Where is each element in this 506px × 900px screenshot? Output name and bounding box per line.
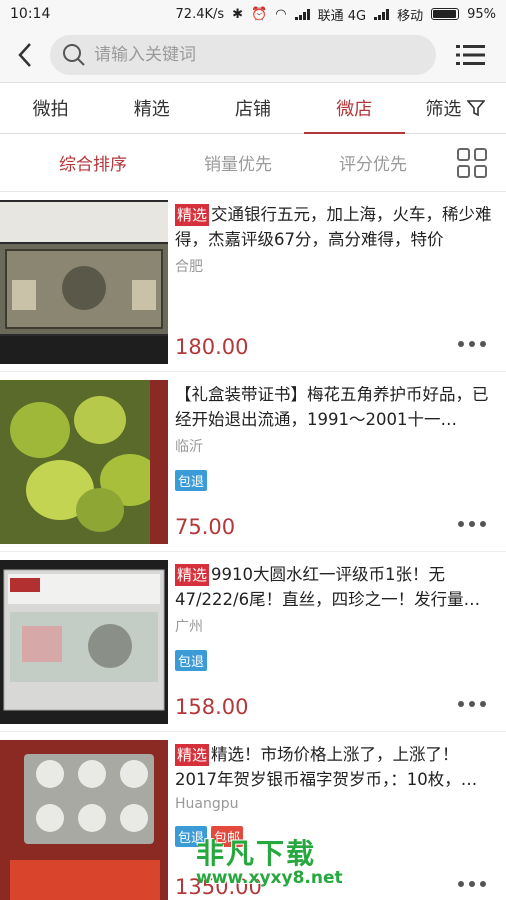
wifi-icon: ◠ <box>275 6 287 22</box>
return-badge: 包退 <box>175 826 208 847</box>
product-image <box>0 200 168 364</box>
filter-icon <box>467 100 486 117</box>
search-header <box>0 28 506 82</box>
product-image <box>0 560 168 724</box>
more-options-icon[interactable] <box>458 701 486 707</box>
return-badge: 包退 <box>175 650 208 671</box>
product-price: 1350.00 <box>175 875 262 899</box>
chevron-left-icon <box>18 43 31 67</box>
alarm-icon: ⏰ <box>251 6 268 22</box>
list-item[interactable]: 精选 精选！市场价格上涨了，上涨了！2017年贺岁银币福字贺岁币，：10枚，… H… <box>0 732 506 900</box>
product-title: 9910大圆水红一评级币1张！无47/222/6尾！直丝，四珍之一！发行量… <box>175 565 481 609</box>
tab-dianpu[interactable]: 店铺 <box>202 83 303 133</box>
menu-button[interactable] <box>436 28 506 82</box>
more-options-icon[interactable] <box>458 341 486 347</box>
list-item[interactable]: 精选 交通银行五元，加上海，火车，稀少难得，杰嘉评级67分，高分难得，特价 合肥 … <box>0 192 506 372</box>
status-bar: 10:14 72.4K/s ✱ ⏰ ◠ 联通 4G 移动 95% <box>0 0 506 28</box>
search-input[interactable] <box>94 45 414 65</box>
tab-weidian[interactable]: 微店 <box>303 83 406 134</box>
product-price: 180.00 <box>175 335 249 359</box>
product-price: 158.00 <box>175 695 249 719</box>
battery-icon <box>431 8 460 20</box>
list-item[interactable]: 【礼盒装带证书】梅花五角养护币好品，已经开始退出流通，1991～2001十一… … <box>0 372 506 552</box>
sort-sales[interactable]: 销量优先 <box>186 150 290 175</box>
product-location: 临沂 <box>175 439 203 455</box>
battery-percent: 95% <box>467 6 496 22</box>
tab-filter[interactable]: 筛选 <box>405 83 506 133</box>
product-location: 广州 <box>175 619 203 635</box>
search-box[interactable] <box>50 35 436 75</box>
product-list: 精选 交通银行五元，加上海，火车，稀少难得，杰嘉评级67分，高分难得，特价 合肥 … <box>0 192 506 900</box>
product-price: 75.00 <box>175 515 236 539</box>
list-menu-icon <box>456 45 485 65</box>
status-time: 10:14 <box>10 6 51 22</box>
product-title: 精选！市场价格上涨了，上涨了！2017年贺岁银币福字贺岁币，：10枚，… <box>175 745 478 789</box>
more-options-icon[interactable] <box>458 521 486 527</box>
more-options-icon[interactable] <box>458 881 486 887</box>
tab-weipai[interactable]: 微拍 <box>0 83 101 133</box>
product-title: 交通银行五元，加上海，火车，稀少难得，杰嘉评级67分，高分难得，特价 <box>175 205 492 249</box>
free-shipping-badge: 包邮 <box>211 826 244 847</box>
signal-icon-2 <box>374 8 390 20</box>
product-title: 【礼盒装带证书】梅花五角养护币好品，已经开始退出流通，1991～2001十一… <box>175 385 489 429</box>
network-speed: 72.4K/s <box>175 6 225 22</box>
grid-view-icon[interactable] <box>456 147 488 179</box>
back-button[interactable] <box>0 28 50 82</box>
tab-jingxuan[interactable]: 精选 <box>101 83 202 133</box>
status-indicators: 72.4K/s ✱ ⏰ ◠ 联通 4G 移动 95% <box>176 5 496 24</box>
signal-icon <box>294 8 310 20</box>
sort-comprehensive[interactable]: 综合排序 <box>0 150 186 175</box>
featured-tag: 精选 <box>175 744 210 766</box>
product-image <box>0 740 168 900</box>
search-icon <box>63 44 85 66</box>
product-location: 合肥 <box>175 259 203 275</box>
product-location: Huangpu <box>175 796 239 812</box>
sort-bar: 综合排序 销量优先 评分优先 <box>0 134 506 192</box>
carrier-1: 联通 4G <box>317 8 367 24</box>
product-image <box>0 380 168 544</box>
bluetooth-icon: ✱ <box>232 6 244 22</box>
list-item[interactable]: 精选 9910大圆水红一评级币1张！无47/222/6尾！直丝，四珍之一！发行量…… <box>0 552 506 732</box>
featured-tag: 精选 <box>175 204 210 226</box>
carrier-2: 移动 <box>397 8 424 24</box>
category-tabs: 微拍 精选 店铺 微店 筛选 <box>0 82 506 134</box>
return-badge: 包退 <box>175 470 208 491</box>
sort-rating[interactable]: 评分优先 <box>290 150 456 175</box>
featured-tag: 精选 <box>175 564 210 586</box>
